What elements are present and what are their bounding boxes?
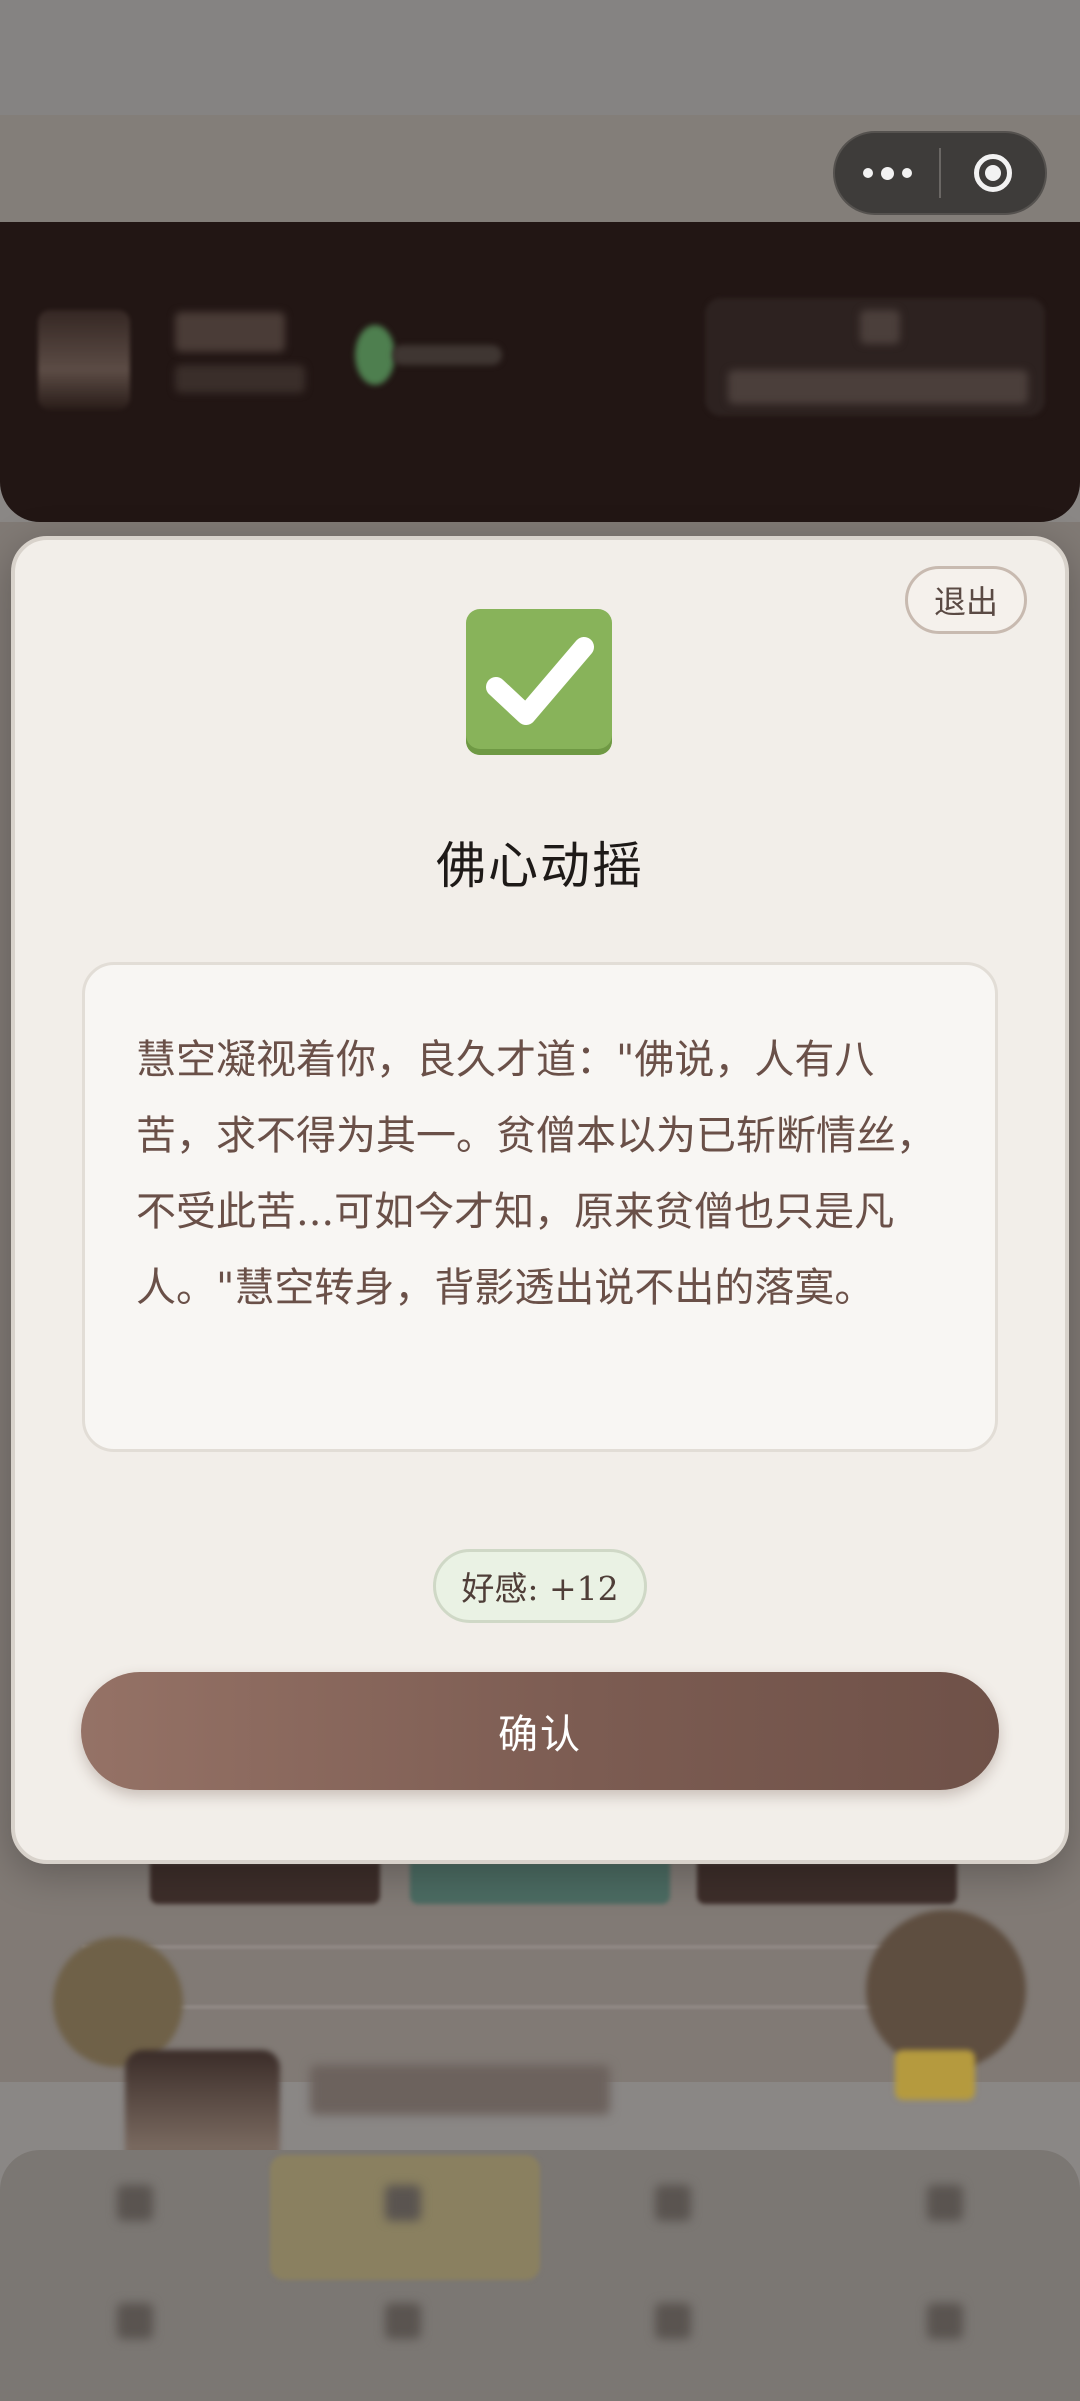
player-name-blurred xyxy=(175,312,285,352)
bg-tab xyxy=(697,1862,957,1904)
floating-button-right xyxy=(866,1910,1026,2070)
player-avatar xyxy=(38,310,130,410)
divider xyxy=(82,2005,997,2009)
exit-button[interactable]: 退出 xyxy=(905,566,1027,634)
stat-bar-blurred xyxy=(392,345,502,365)
more-dots-icon[interactable] xyxy=(835,133,939,213)
affinity-badge: 好感: +12 xyxy=(433,1549,647,1623)
bg-badge xyxy=(895,2050,975,2100)
bg-tab xyxy=(150,1862,380,1904)
close-target-icon[interactable] xyxy=(941,133,1045,213)
story-text: 慧空凝视着你，良久才道："佛说，人有八苦，求不得为其一。贫僧本以为已斩断情丝，不… xyxy=(136,1037,936,1311)
bottom-nav-icon xyxy=(117,2303,153,2339)
bottom-nav xyxy=(0,2150,1080,2401)
divider xyxy=(82,1945,997,1949)
bottom-nav-icon xyxy=(385,2303,421,2339)
date-card-text-blurred xyxy=(728,370,1028,404)
bottom-nav-icon xyxy=(385,2185,421,2221)
date-card-title-blurred xyxy=(860,310,900,344)
bottom-nav-icon xyxy=(655,2303,691,2339)
floating-button-left xyxy=(53,1937,183,2067)
check-mark-icon xyxy=(466,609,612,755)
bottom-nav-icon xyxy=(927,2303,963,2339)
confirm-button[interactable]: 确认 xyxy=(81,1672,999,1790)
mini-program-capsule xyxy=(833,131,1047,215)
bottom-nav-icon xyxy=(927,2185,963,2221)
bg-tab xyxy=(410,1862,670,1904)
leaf-icon xyxy=(355,325,395,385)
status-bar-area xyxy=(0,0,1080,115)
bottom-nav-icon xyxy=(117,2185,153,2221)
bottom-nav-icon xyxy=(655,2185,691,2221)
modal-title: 佛心动摇 xyxy=(436,837,644,895)
player-subtitle-blurred xyxy=(175,365,305,393)
character-name-blurred xyxy=(310,2065,610,2115)
